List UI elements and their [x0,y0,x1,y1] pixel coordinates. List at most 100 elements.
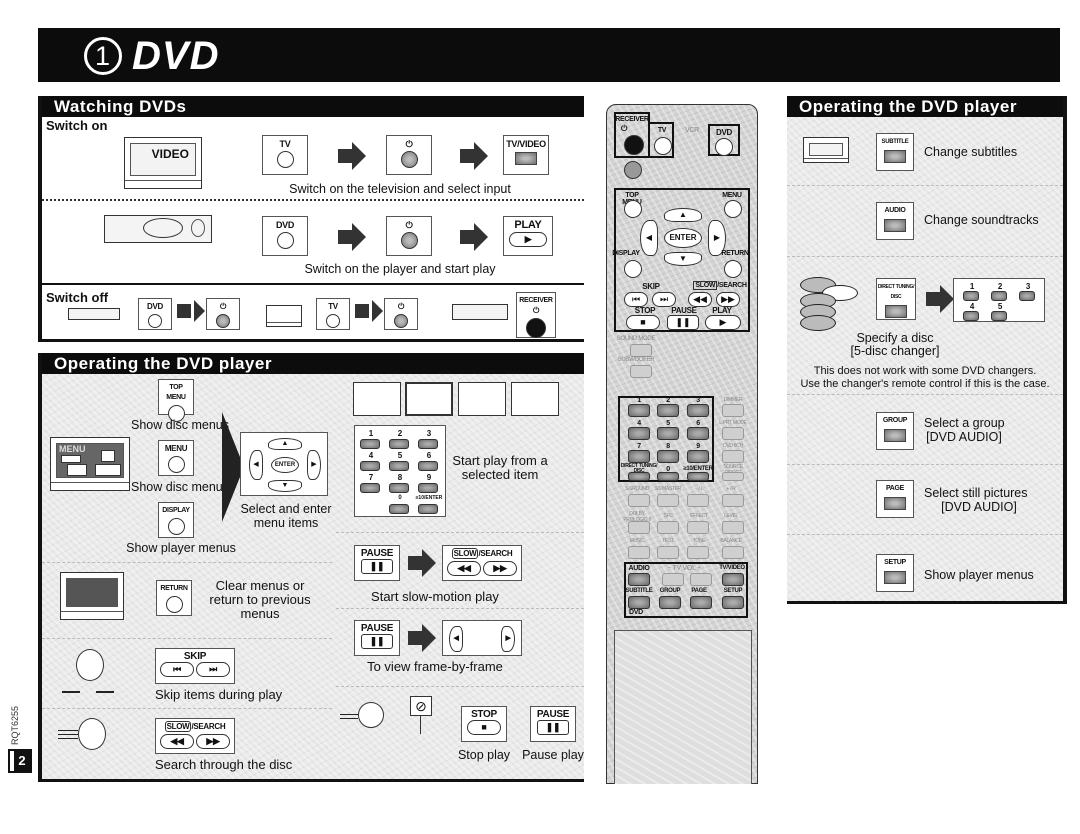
remote-group-button[interactable] [659,596,681,609]
pause-button[interactable]: PAUSE ❚❚ [530,706,576,742]
remote-direct-tuning-button[interactable] [628,472,650,481]
stop-icon: ■ [467,720,501,735]
remote-key-6[interactable] [687,427,709,440]
disc-stack-illustration [798,275,860,331]
remote-play-button[interactable]: ▶ [705,315,741,330]
rewind-icon: ◀◀ [160,734,194,749]
key-icon [884,219,906,232]
remote-label: MENU [722,192,742,199]
audio-button[interactable]: AUDIO [876,202,914,240]
circle-icon [216,314,230,328]
direct-tuning-disc-button[interactable]: DIRECT TUNING/ DISC [876,278,916,320]
divider [42,283,584,285]
remote-subtitle-button[interactable] [628,596,650,609]
top-menu-button[interactable]: TOP MENU [158,379,194,422]
remote-label: RETURN [721,250,749,257]
dvd-off-button[interactable]: DVD [138,298,172,330]
remote-setup-button[interactable] [722,596,744,609]
remote-tv-video-button[interactable] [722,573,744,586]
power-button[interactable]: ⏻ [386,216,432,256]
remote-subwoofer-button[interactable] [630,365,652,378]
frame-step-buttons[interactable]: ◀ ▶ [442,620,522,656]
tv-off-button[interactable]: TV [316,298,350,330]
remote-menu-button[interactable] [724,200,742,218]
caption: Clear menus or return to previous menus [209,578,311,621]
remote-key-7[interactable] [628,450,650,463]
remote-ten-enter-button[interactable] [687,472,709,481]
remote-tv-button[interactable] [654,137,672,155]
caption: Pause play [522,748,584,762]
circle-icon [394,314,408,328]
remote-sound-mode-button[interactable] [630,344,652,357]
remote-receiver-power-button[interactable] [624,135,644,155]
remote-pause-button[interactable]: ❚❚ [667,315,699,330]
tv-video-button[interactable]: TV/VIDEO [503,135,549,175]
slow-search-buttons[interactable]: SLOW/SEARCH ◀◀ ▶▶ [442,545,522,581]
dvd-button[interactable]: DVD [262,216,308,256]
divider [787,534,1063,535]
enter-pad-illustration[interactable]: ▲ ▼ ◀ ▶ ENTER [240,432,328,496]
page-button[interactable]: PAGE [876,480,914,518]
pause-button[interactable]: PAUSE ❚❚ [354,545,400,581]
remote-dvd-button[interactable] [715,138,733,156]
remote-enter-button[interactable]: ENTER [664,228,702,248]
pause-button[interactable]: PAUSE ❚❚ [354,620,400,656]
remote-fast-forward-button[interactable]: ▶▶ [716,292,740,307]
page-number: 2 [8,749,32,773]
caption: Switch on the television and select inpu… [289,182,511,196]
remote-down-button[interactable]: ▼ [664,252,702,266]
remote-rewind-button[interactable]: ◀◀ [688,292,712,307]
remote-key-4[interactable] [628,427,650,440]
remote-return-button[interactable] [724,260,742,278]
power-off-button[interactable]: ⏻ [206,298,240,330]
display-button[interactable]: DISPLAY [158,502,194,538]
remote-label: SKIP [642,282,660,291]
caption-sub: [DVD AUDIO] [926,430,1002,444]
fast-forward-icon: ▶▶ [196,734,230,749]
remote-stop-button[interactable]: ■ [626,315,660,330]
receiver-power-button[interactable]: RECEIVER ⏻ [516,292,556,338]
remote-key-1[interactable] [628,404,650,417]
remote-skip-prev-button[interactable]: ⏮ [624,292,648,307]
remote-skip-next-button[interactable]: ⏭ [652,292,676,307]
remote-left-button[interactable]: ◀ [640,220,658,256]
page-banner: 1 DVD [38,28,1060,82]
play-button[interactable]: PLAY ▶ [503,216,553,256]
slow-search-buttons[interactable]: SLOW/SEARCH ◀◀ ▶▶ [155,718,235,754]
return-button[interactable]: RETURN [156,580,192,616]
circle-icon [167,518,185,535]
remote-audio-button[interactable] [628,573,650,586]
group-button[interactable]: GROUP [876,412,914,450]
menu-screen-illustration: MENU [50,437,130,491]
remote-top-menu-button[interactable] [624,200,642,218]
key-icon [884,571,906,584]
numpad-illustration[interactable]: 1 2 3 4 5 6 7 8 9 0 ≥10/ENTER [354,425,446,517]
note: This does not work with some DVD changer… [813,365,1037,377]
disc-number-keys[interactable]: 1 2 3 4 5 [953,278,1045,322]
remote-key-8[interactable] [657,450,679,463]
remote-display-button[interactable] [624,260,642,278]
power-button[interactable]: ⏻ [386,135,432,175]
remote-key-0[interactable] [657,472,679,481]
power-off-button[interactable]: ⏻ [384,298,418,330]
tv-button[interactable]: TV [262,135,308,175]
skip-buttons[interactable]: SKIP ⏮ ⏭ [155,648,235,684]
stop-sign-illustration: ⊘ [340,696,440,740]
remote-up-button[interactable]: ▲ [664,208,702,222]
arrow-right-icon [408,624,436,652]
remote-power-button[interactable] [624,161,642,179]
stop-button[interactable]: STOP ■ [461,706,507,742]
circle-icon [326,314,340,328]
remote-key-9[interactable] [687,450,709,463]
remote-label: SOUND MODE [616,336,656,342]
remote-key-5[interactable] [657,427,679,440]
page-title: DVD [132,34,220,78]
caption: Specify a disc [856,331,934,345]
menu-button[interactable]: MENU [158,440,194,476]
setup-button[interactable]: SETUP [876,554,914,592]
subtitle-button[interactable]: SUBTITLE [876,133,914,171]
switch-on-label: Switch on [46,118,108,133]
remote-key-3[interactable] [687,404,709,417]
remote-page-button[interactable] [690,596,712,609]
remote-key-2[interactable] [657,404,679,417]
